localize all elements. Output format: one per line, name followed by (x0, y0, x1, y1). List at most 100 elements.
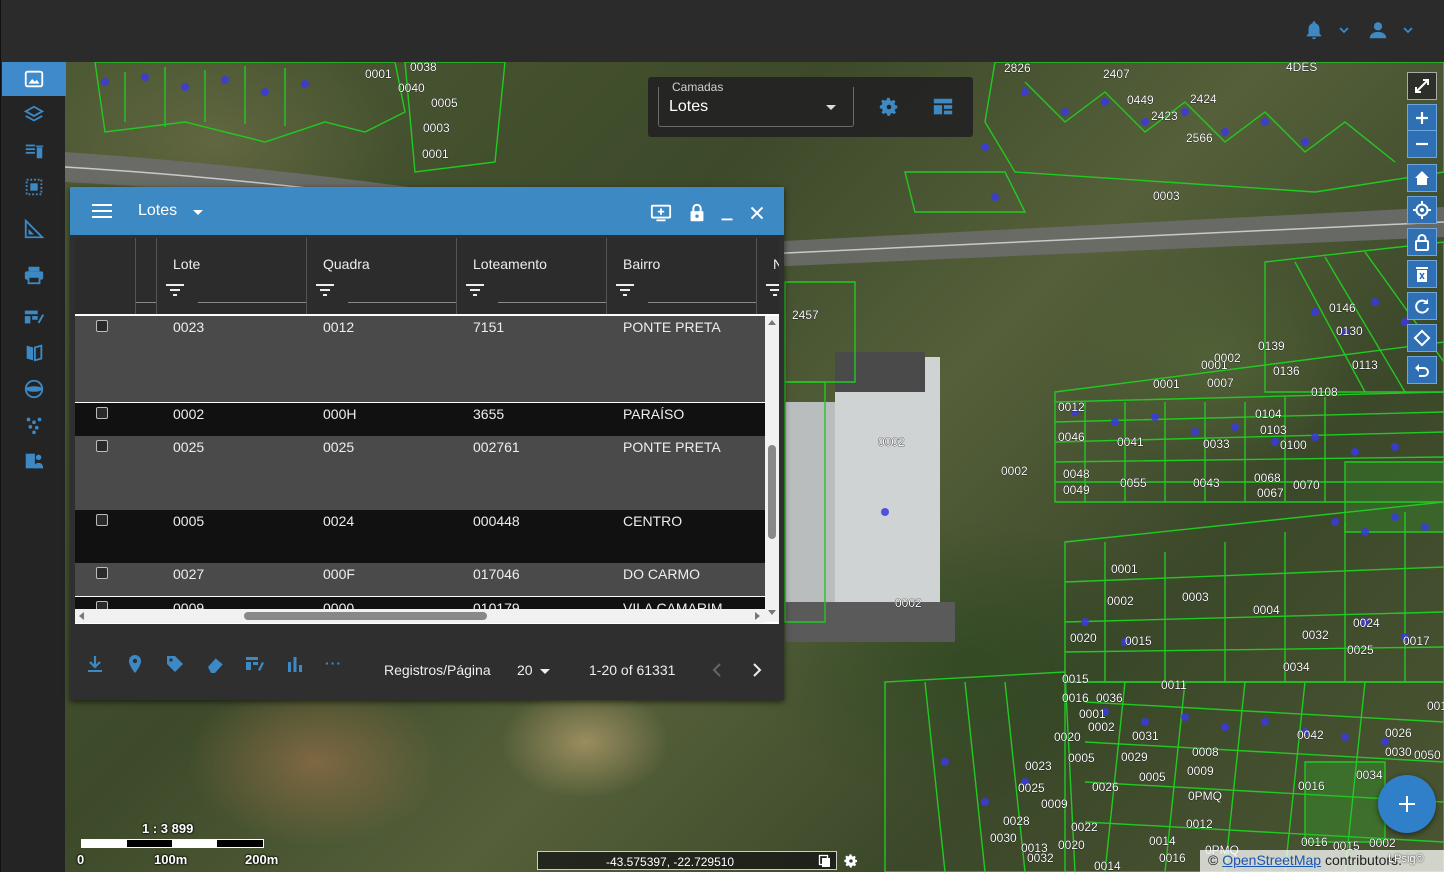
column-filter-input[interactable] (348, 302, 456, 303)
gear-icon[interactable] (878, 96, 900, 118)
layers-selected-value[interactable]: Lotes (669, 98, 708, 116)
column-label[interactable]: N (773, 256, 779, 272)
add-fab-button[interactable] (1378, 775, 1436, 833)
more-options-button[interactable]: ··· (325, 655, 342, 671)
column-header-quadra[interactable]: Quadra (306, 238, 456, 314)
table-row[interactable]: 0005 0024 000448 CENTRO (75, 510, 765, 563)
window-title[interactable]: Lotes (138, 202, 177, 220)
sidebar-item-compare[interactable] (2, 336, 66, 370)
sidebar-item-points[interactable] (2, 408, 66, 442)
clear-selection-button[interactable] (1407, 260, 1437, 288)
sidebar-item-select-area[interactable] (2, 170, 66, 204)
row-checkbox[interactable] (96, 407, 108, 419)
window-footer: ··· Registros/Página 20 1-20 of 61331 (70, 635, 784, 700)
scroll-thumb[interactable] (244, 612, 487, 620)
locate-button[interactable] (1407, 196, 1437, 224)
cell-lote: 0002 (173, 406, 205, 422)
parcel-label: 0034 (1356, 768, 1383, 782)
filter-icon[interactable] (465, 282, 485, 298)
parcel-label: 0002 (1214, 351, 1241, 365)
horizontal-scrollbar[interactable] (75, 609, 765, 623)
sidebar-item-clear[interactable] (2, 134, 66, 168)
lock-icon[interactable] (686, 202, 708, 224)
sidebar-item-basemap[interactable] (2, 62, 66, 96)
sidebar-item-layers[interactable] (2, 98, 66, 132)
sidebar-item-print[interactable] (2, 258, 66, 292)
lock-map-button[interactable] (1407, 228, 1437, 256)
column-header-select[interactable] (135, 238, 156, 314)
filter-icon[interactable] (615, 282, 635, 298)
table-layout-icon[interactable] (932, 96, 954, 118)
row-checkbox[interactable] (96, 514, 108, 526)
undo-button[interactable] (1407, 356, 1437, 384)
close-icon[interactable] (746, 202, 768, 224)
per-page-select[interactable]: 20 (517, 662, 533, 678)
caret-down-icon[interactable] (193, 210, 203, 215)
scroll-thumb[interactable] (768, 445, 776, 539)
column-label[interactable]: Bairro (623, 256, 660, 272)
scroll-left-icon[interactable] (79, 612, 84, 620)
sidebar-item-measure[interactable] (2, 212, 66, 246)
column-filter-input[interactable] (498, 302, 606, 303)
layers-label: Camadas (672, 80, 724, 94)
row-checkbox[interactable] (96, 320, 108, 332)
next-page-icon[interactable] (750, 662, 764, 678)
osm-link[interactable]: OpenStreetMap (1222, 852, 1321, 868)
map-pin-icon[interactable] (125, 654, 145, 674)
zoom-in-button[interactable] (1407, 104, 1437, 132)
column-filter-input[interactable] (198, 302, 306, 303)
column-label[interactable]: Loteamento (473, 256, 547, 272)
tag-icon[interactable] (165, 654, 185, 674)
vertical-scrollbar[interactable] (765, 316, 779, 622)
copy-icon[interactable] (818, 854, 832, 868)
row-checkbox[interactable] (96, 567, 108, 579)
column-label[interactable]: Quadra (323, 256, 370, 272)
minimize-icon[interactable] (716, 202, 738, 224)
user-icon[interactable] (1367, 19, 1389, 41)
table-edit-icon[interactable] (245, 654, 265, 674)
bar-chart-icon[interactable] (285, 654, 305, 674)
sidebar-item-3d[interactable] (2, 372, 66, 406)
row-checkbox[interactable] (96, 440, 108, 452)
column-header-loteamento[interactable]: Loteamento (456, 238, 606, 314)
notifications-icon[interactable] (1303, 19, 1325, 41)
eraser-icon[interactable] (205, 654, 225, 674)
scroll-up-icon[interactable] (768, 320, 776, 325)
caret-down-icon[interactable] (540, 669, 550, 674)
table-row[interactable]: 0027 000F 017046 DO CARMO (75, 563, 765, 596)
parcel-label: 0003 (423, 121, 450, 135)
cell-quadra: 0025 (323, 439, 355, 455)
add-to-screen-icon[interactable] (650, 202, 672, 224)
column-header-numero[interactable]: N (756, 238, 779, 314)
fullscreen-button[interactable] (1407, 72, 1437, 100)
column-header-lote[interactable]: Lote (156, 238, 306, 314)
table-row[interactable]: 0023 0012 7151 PONTE PRETA (75, 316, 765, 402)
menu-icon[interactable] (92, 203, 112, 219)
chevron-down-icon[interactable] (1402, 24, 1414, 36)
table-row[interactable]: 0002 000H 3655 PARAÍSO (75, 403, 765, 436)
column-filter-input[interactable] (648, 302, 756, 303)
scale-bar (81, 839, 264, 848)
column-header-bairro[interactable]: Bairro (606, 238, 756, 314)
window-header[interactable]: Lotes (70, 187, 784, 235)
gear-icon[interactable] (843, 853, 859, 869)
caret-down-icon[interactable] (826, 105, 836, 110)
home-button[interactable] (1407, 164, 1437, 192)
scroll-right-icon[interactable] (755, 612, 760, 620)
refresh-button[interactable] (1407, 292, 1437, 320)
chevron-down-icon[interactable] (1338, 24, 1350, 36)
prev-page-icon[interactable] (710, 662, 724, 678)
sidebar-item-edit-table[interactable] (2, 300, 66, 334)
column-label[interactable]: Lote (173, 256, 200, 272)
filter-icon[interactable] (315, 282, 335, 298)
zoom-out-button[interactable] (1407, 130, 1437, 158)
filter-icon[interactable] (165, 282, 185, 298)
expand-icon (1415, 79, 1429, 93)
download-icon[interactable] (85, 654, 105, 674)
coordinates-value: -43.575397, -22.729510 (606, 855, 735, 869)
rotate-button[interactable] (1407, 324, 1437, 352)
table-row[interactable]: 0025 0025 002761 PONTE PRETA (75, 436, 765, 510)
filter-icon[interactable] (765, 282, 779, 298)
sidebar-item-geo-user[interactable] (2, 444, 66, 478)
scroll-down-icon[interactable] (768, 610, 776, 615)
